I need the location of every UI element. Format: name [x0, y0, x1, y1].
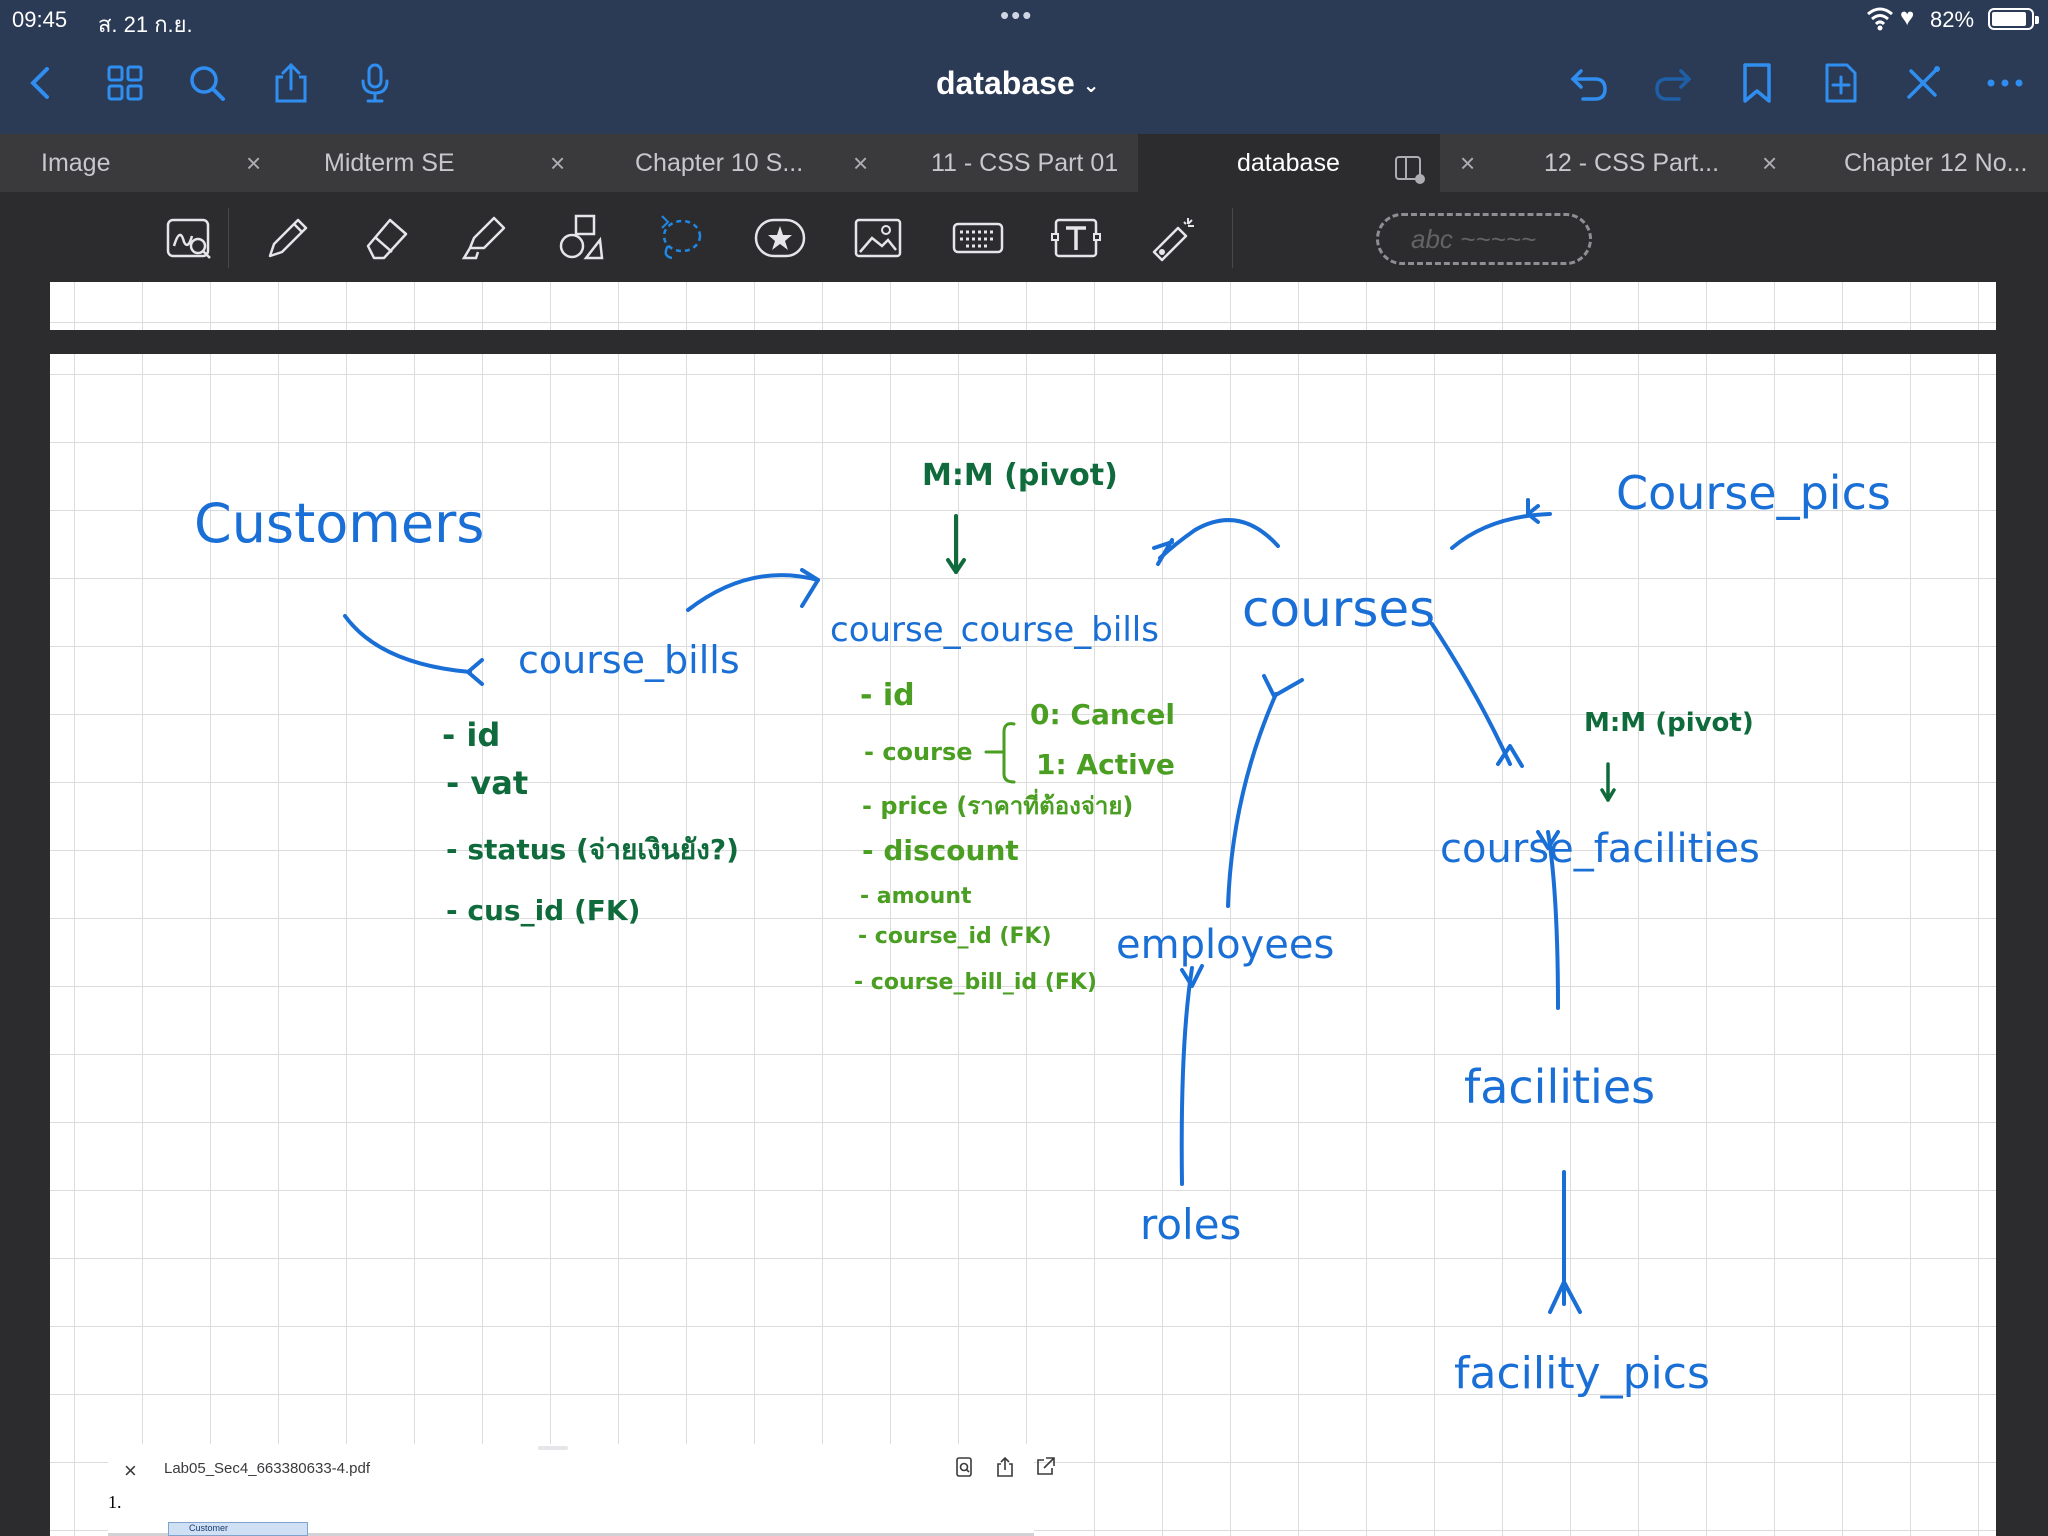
more-icon[interactable]	[1980, 58, 2030, 108]
pivot-label-2: M:M (pivot)	[1584, 708, 1754, 738]
redo-icon[interactable]	[1648, 58, 1698, 108]
tab-database-close: × 12 - CSS Part... ×	[1440, 134, 1777, 192]
entity-courses: courses	[1242, 580, 1436, 638]
tab-label: Chapter 12 No...	[1844, 149, 2028, 177]
ccb-field-course: - course	[864, 738, 973, 766]
battery-percent: 82%	[1930, 7, 1975, 32]
image-icon[interactable]	[850, 210, 906, 266]
ccb-field-course-bill-id: - course_bill_id (FK)	[854, 970, 1097, 995]
close-icon[interactable]: ×	[246, 134, 261, 192]
entity-course-course-bills: course_course_bills	[830, 610, 1159, 650]
nav-bar: database ⌄	[0, 50, 2048, 120]
chevron-down-icon: ⌄	[1082, 75, 1100, 98]
status-bar: 09:45 ส. 21 ก.ย. ••• ♥ 82%	[0, 0, 2048, 38]
search-icon[interactable]	[182, 58, 232, 108]
handwriting-zoom-icon[interactable]	[162, 210, 218, 266]
grid-paper	[50, 282, 1996, 330]
tab-image[interactable]: Image ×	[0, 134, 290, 192]
document-title[interactable]: database ⌄	[936, 65, 1100, 102]
field-status: - status (จ่ายเงินยัง?)	[446, 833, 739, 866]
ccb-field-discount: - discount	[862, 834, 1019, 867]
ccb-field-course-id: - course_id (FK)	[858, 924, 1052, 949]
document-title-text: database	[936, 65, 1075, 101]
status-date: ส. 21 ก.ย.	[98, 12, 193, 37]
status-active: 1: Active	[1036, 748, 1175, 781]
pdf-slide-over-panel[interactable]: × Lab05_Sec4_663380633-4.pdf 1. Customer	[108, 1444, 1055, 1536]
pen-icon[interactable]	[258, 210, 314, 266]
ccb-field-price: - price (ราคาที่ต้องจ่าย)	[862, 792, 1134, 820]
tab-label: 11 - CSS Part 01	[931, 149, 1119, 177]
grid-icon[interactable]	[100, 58, 150, 108]
status-cancel: 0: Cancel	[1030, 698, 1175, 731]
laser-pointer-icon[interactable]	[1146, 210, 1202, 266]
handwriting-input[interactable]: abc ~~~~~	[1376, 213, 1592, 265]
tab-label: 12 - CSS Part...	[1544, 149, 1720, 177]
elements-icon[interactable]	[752, 210, 808, 266]
entity-customers: Customers	[194, 492, 485, 555]
tab-css-part-01[interactable]: 11 - CSS Part 01 ×	[896, 134, 1171, 192]
top-bar: 09:45 ส. 21 ก.ย. ••• ♥ 82% database ⌄	[0, 0, 2048, 134]
pdf-thumbnail-label: Customer	[168, 1522, 308, 1536]
entity-employees: employees	[1116, 922, 1335, 968]
entity-course-facilities: course_facilities	[1440, 826, 1760, 872]
field-cus-id: - cus_id (FK)	[446, 894, 641, 927]
tab-bar: Image × Midterm SE × Chapter 10 S... × 1…	[0, 134, 2048, 192]
close-icon[interactable]: ×	[124, 1458, 137, 1484]
share-icon[interactable]	[994, 1456, 1016, 1478]
panel-grabber[interactable]	[538, 1446, 568, 1450]
field-id: - id	[442, 716, 501, 754]
ccb-field-id: - id	[860, 678, 915, 713]
lasso-icon[interactable]	[652, 210, 708, 266]
heart-icon: ♥	[1900, 4, 1915, 31]
entity-course-bills: course_bills	[518, 638, 740, 682]
undo-icon[interactable]	[1564, 58, 1614, 108]
close-icon[interactable]: ×	[550, 134, 565, 192]
wifi-icon	[1866, 5, 1894, 37]
tool-bar: abc ~~~~~	[0, 192, 2048, 282]
close-icon[interactable]: ×	[1460, 134, 1475, 192]
toolbar-divider	[1232, 208, 1233, 268]
tab-label: Midterm SE	[324, 149, 455, 177]
tab-chapter-10[interactable]: Chapter 10 S... ×	[593, 134, 896, 192]
tab-label: Image	[41, 149, 111, 177]
entity-roles: roles	[1140, 1200, 1242, 1249]
close-icon[interactable]: ×	[853, 134, 868, 192]
keyboard-icon[interactable]	[950, 210, 1006, 266]
eraser-icon[interactable]	[358, 210, 414, 266]
close-x-icon[interactable]	[1898, 58, 1948, 108]
toolbar-divider	[228, 208, 229, 268]
pdf-filename: Lab05_Sec4_663380633-4.pdf	[164, 1460, 371, 1477]
status-time: 09:45	[12, 7, 68, 32]
add-page-icon[interactable]	[1816, 58, 1866, 108]
previous-page[interactable]	[50, 282, 1996, 330]
field-vat: - vat	[446, 764, 529, 802]
bookmark-icon[interactable]	[1732, 58, 1782, 108]
entity-facilities: facilities	[1464, 1060, 1656, 1114]
back-icon[interactable]	[16, 58, 66, 108]
share-icon[interactable]	[266, 58, 316, 108]
entity-course-pics: Course_pics	[1616, 466, 1891, 520]
page-search-icon[interactable]	[954, 1456, 976, 1478]
entity-facility-pics: facility_pics	[1454, 1348, 1710, 1399]
tab-database[interactable]: database	[1138, 134, 1440, 192]
microphone-icon[interactable]	[350, 58, 400, 108]
ccb-field-amount: - amount	[860, 884, 972, 909]
multitasking-dots-icon[interactable]: •••	[1000, 0, 1033, 31]
highlighter-icon[interactable]	[456, 210, 512, 266]
pivot-label-1: M:M (pivot)	[922, 458, 1118, 493]
pdf-page-number: 1.	[108, 1492, 122, 1512]
tab-midterm-se[interactable]: Midterm SE ×	[290, 134, 593, 192]
shapes-icon[interactable]	[554, 210, 610, 266]
tab-label: Chapter 10 S...	[635, 149, 804, 177]
close-icon[interactable]: ×	[1762, 134, 1777, 192]
note-page[interactable]: Customers course_bills - id - vat - stat…	[50, 354, 1996, 1536]
open-external-icon[interactable]	[1034, 1456, 1056, 1478]
tab-chapter-12[interactable]: Chapter 12 No...	[1842, 134, 2048, 192]
battery-icon	[1988, 8, 2039, 30]
tab-label: database	[1237, 149, 1340, 177]
text-box-icon[interactable]	[1048, 210, 1104, 266]
